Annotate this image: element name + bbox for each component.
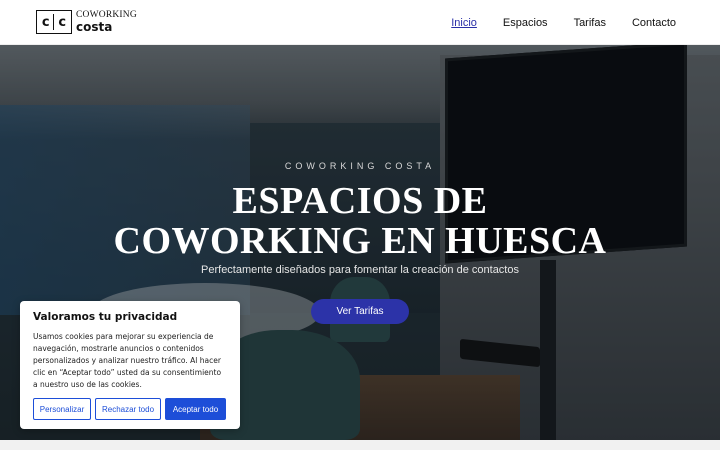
hero-title: ESPACIOS DE COWORKING EN HUESCA bbox=[0, 181, 720, 261]
site-header: c c COWORKING costa Inicio Espacios Tari… bbox=[0, 0, 720, 45]
logo-line-1: COWORKING bbox=[76, 9, 137, 20]
logo-divider bbox=[53, 14, 55, 30]
logo-text: COWORKING costa bbox=[76, 9, 137, 35]
logo-mark: c c bbox=[36, 10, 72, 34]
accept-all-button[interactable]: Aceptar todo bbox=[165, 398, 226, 420]
hero-title-line-1: ESPACIOS DE bbox=[232, 180, 488, 222]
logo-line-2: costa bbox=[76, 20, 113, 35]
cookie-consent-dialog: Valoramos tu privacidad Usamos cookies p… bbox=[20, 301, 240, 429]
nav-tarifas[interactable]: Tarifas bbox=[574, 17, 606, 29]
nav-contacto[interactable]: Contacto bbox=[632, 17, 676, 29]
main-nav: Inicio Espacios Tarifas Contacto bbox=[425, 0, 676, 45]
next-section-strip bbox=[0, 440, 720, 450]
ver-tarifas-button[interactable]: Ver Tarifas bbox=[311, 299, 409, 324]
nav-inicio[interactable]: Inicio bbox=[451, 17, 477, 29]
customize-button[interactable]: Personalizar bbox=[33, 398, 91, 420]
logo-mark-right: c bbox=[58, 14, 67, 30]
hero-title-line-2: COWORKING EN HUESCA bbox=[113, 220, 607, 262]
hero-eyebrow: COWORKING COSTA bbox=[284, 161, 436, 171]
nav-espacios[interactable]: Espacios bbox=[503, 17, 548, 29]
logo-mark-left: c bbox=[41, 14, 50, 30]
reject-all-button[interactable]: Rechazar todo bbox=[95, 398, 161, 420]
hero-subtitle: Perfectamente diseñados para fomentar la… bbox=[201, 264, 519, 276]
site-logo[interactable]: c c COWORKING costa bbox=[36, 10, 137, 34]
cookie-title: Valoramos tu privacidad bbox=[33, 311, 178, 323]
cookie-text: Usamos cookies para mejorar su experienc… bbox=[33, 332, 222, 389]
cookie-buttons: Personalizar Rechazar todo Aceptar todo bbox=[33, 398, 226, 420]
